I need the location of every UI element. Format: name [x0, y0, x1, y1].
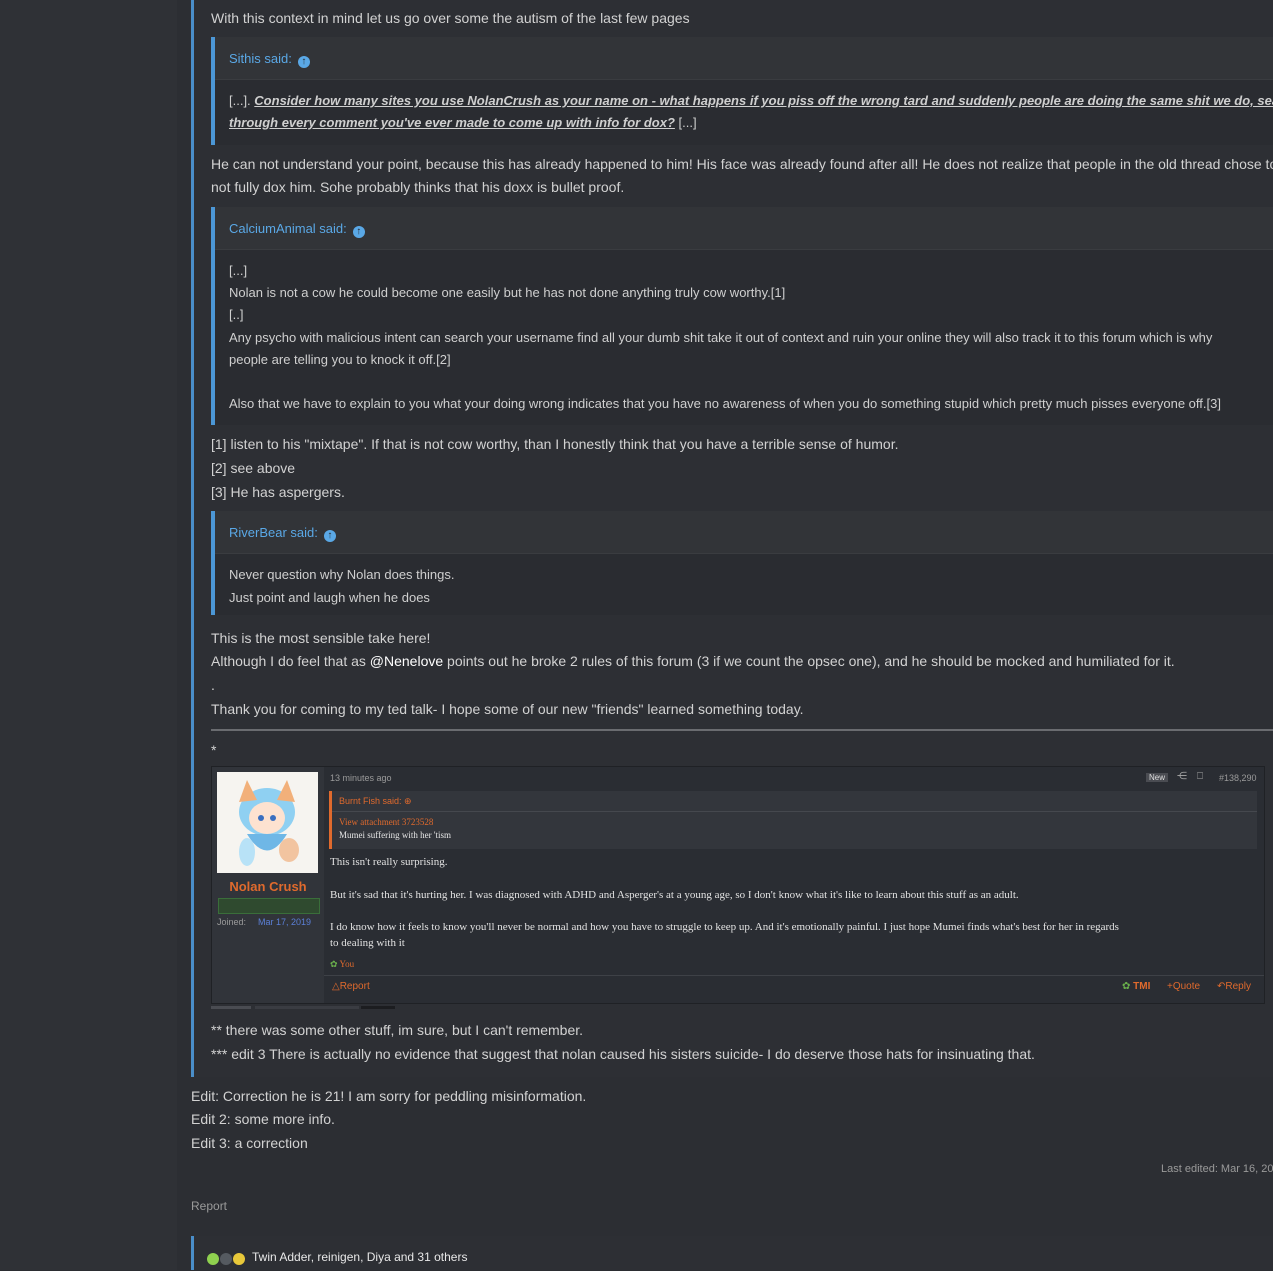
quote-line: people are telling you to knock it off.[…	[229, 352, 451, 367]
quote-line: [...]. Consider how many sites you use N…	[229, 93, 1273, 108]
user-title-badge	[218, 898, 320, 914]
avatar	[217, 772, 318, 873]
quote-button[interactable]: +Quote	[1167, 981, 1200, 992]
quote-calciumanimal: CalciumAnimal said: ↑ [...] Nolan is not …	[211, 207, 1273, 425]
paragraph: .	[211, 677, 215, 693]
joined-info: Joined: Mar 17, 2019	[217, 917, 311, 927]
embedded-paragraph: to dealing with it	[330, 937, 405, 949]
embedded-report-button[interactable]: △Report	[332, 981, 370, 992]
paragraph: Although I do feel that as @Nenelove poi…	[211, 653, 1175, 669]
paragraph: This is the most sensible take here!	[211, 630, 431, 646]
tmi-button[interactable]: ✿ TMI	[1122, 981, 1150, 992]
footnote: *** edit 3 There is actually no evidence…	[211, 1046, 1035, 1062]
quote-line: Any psycho with malicious intent can sea…	[229, 330, 1213, 345]
embedded-screenshot[interactable]: Nolan Crush Joined: Mar 17, 2019 13 minut…	[211, 766, 1265, 1004]
embedded-reaction[interactable]: ✿ You	[330, 959, 354, 970]
embedded-quote-header: Burnt Fish said: ⊕	[332, 791, 1257, 812]
reaction-icon: ✿	[1122, 981, 1131, 992]
embedded-paragraph: I do know how it feels to know you'll ne…	[330, 921, 1119, 933]
quote-author[interactable]: Burnt Fish said:	[339, 796, 402, 806]
quote-riverbear: RiverBear said: ↑ Never question why Nola…	[211, 511, 1273, 615]
quote-author-link[interactable]: Sithis said: ↑	[229, 51, 310, 68]
reaction-icon: ✿	[330, 959, 338, 969]
note: [2] see above	[211, 460, 296, 476]
quote-text: [...].	[229, 93, 255, 108]
quote-line: through every comment you've ever made t…	[229, 115, 697, 130]
left-sidebar	[0, 0, 177, 1270]
tmi-label: TMI	[1133, 981, 1151, 992]
arrow-up-icon[interactable]: ↑	[352, 226, 365, 238]
quote-text: [...]	[674, 115, 697, 130]
embedded-post-main: 13 minutes ago New ⋲ ⎕ #138,290 Burnt Fi…	[324, 767, 1264, 1003]
post-time: 13 minutes ago	[330, 773, 392, 783]
quote-header: CalciumAnimal said: ↑	[215, 207, 1273, 250]
forum-post: With this context in mind let us go over…	[177, 0, 1273, 1270]
text: Although I do feel that as	[211, 653, 370, 669]
embedded-quote-author[interactable]: Burnt Fish said: ⊕	[339, 796, 412, 807]
attachment-link[interactable]: View attachment 3723528	[339, 817, 433, 827]
quote-emphasis: through every comment you've ever made t…	[229, 115, 675, 130]
quote-author-link[interactable]: RiverBear said: ↑	[229, 525, 336, 542]
last-edited: Last edited: Mar 16, 20	[1161, 1163, 1273, 1175]
quote-sithis: Sithis said: ↑ [...]. Consider how many s…	[211, 37, 1273, 145]
quote-author[interactable]: CalciumAnimal said:	[229, 221, 347, 236]
post-body: With this context in mind let us go over…	[191, 0, 1273, 1077]
paragraph: *	[211, 742, 217, 758]
reaction-icons	[206, 1250, 250, 1271]
reaction-label: You	[339, 959, 355, 969]
report-button[interactable]: Report	[191, 1199, 227, 1213]
footnote: ** there was some other stuff, im sure, …	[211, 1022, 584, 1038]
quote-line: Nolan is not a cow he could become one e…	[229, 285, 786, 300]
reply-button[interactable]: ↶Reply	[1217, 981, 1251, 992]
embedded-post-footer: △Report ✿ TMI +Quote ↶Reply	[324, 975, 1264, 1004]
edit-note: Edit 2: some more info.	[191, 1111, 335, 1127]
arrow-up-icon[interactable]: ↑	[323, 530, 336, 542]
bookmark-icon[interactable]: ⎕	[1197, 771, 1203, 782]
report-label: Report	[339, 981, 370, 992]
quote-line: Just point and laugh when he does	[229, 590, 430, 605]
quote-header: RiverBear said: ↑	[215, 511, 1273, 554]
embedded-paragraph: This isn't really surprising.	[330, 856, 448, 868]
quote-emphasis: Consider how many sites you use NolanCru…	[254, 93, 1273, 108]
post-number[interactable]: #138,290	[1219, 773, 1257, 783]
joined-label: Joined:	[217, 917, 247, 927]
reactions-bar[interactable]: Twin Adder, reinigen, Diya and 31 others	[191, 1236, 1273, 1270]
quote-line: Never question why Nolan does things.	[229, 567, 455, 582]
divider	[211, 729, 1273, 731]
reply-label: Reply	[1225, 981, 1251, 992]
quote-author[interactable]: Sithis said:	[229, 51, 292, 66]
intro-text: With this context in mind let us go over…	[211, 10, 690, 26]
embedded-username[interactable]: Nolan Crush	[212, 879, 324, 894]
reactions-text[interactable]: Twin Adder, reinigen, Diya and 31 others	[252, 1250, 467, 1264]
joined-date: Mar 17, 2019	[258, 917, 312, 927]
new-badge: New	[1146, 773, 1169, 782]
quote-line: [...]	[229, 263, 248, 278]
text: points out he broke 2 rules of this foru…	[443, 653, 1175, 669]
edit-note: Edit 3: a correction	[191, 1135, 308, 1151]
embedded-quote-text: Mumei suffering with her 'tism	[339, 830, 451, 840]
embedded-quote: Burnt Fish said: ⊕ View attachment 37235…	[329, 791, 1257, 849]
paragraph: He can not understand your point, becaus…	[211, 156, 1273, 172]
arrow-up-icon[interactable]: ↑	[297, 56, 310, 68]
quote-header: Sithis said: ↑	[215, 37, 1273, 80]
paragraph: not fully dox him. Sohe probably thinks …	[211, 179, 625, 195]
user-mention-link[interactable]: @Nenelove	[370, 653, 443, 669]
note: [3] He has aspergers.	[211, 484, 345, 500]
quote-line: Also that we have to explain to you what…	[229, 396, 1221, 411]
quote-author-link[interactable]: CalciumAnimal said: ↑	[229, 221, 365, 238]
embedded-paragraph: But it's sad that it's hurting her. I wa…	[330, 889, 1019, 901]
arrow-up-icon[interactable]: ⊕	[404, 796, 412, 806]
note: [1] listen to his "mixtape". If that is …	[211, 436, 899, 452]
quote-author[interactable]: RiverBear said:	[229, 525, 318, 540]
share-icon[interactable]: ⋲	[1177, 771, 1187, 782]
edit-note: Edit: Correction he is 21! I am sorry fo…	[191, 1088, 587, 1104]
scroll-indicator	[211, 1006, 395, 1009]
embedded-user-panel: Nolan Crush Joined: Mar 17, 2019	[212, 767, 324, 1003]
paragraph: Thank you for coming to my ted talk- I h…	[211, 701, 804, 717]
quote-line: [..]	[229, 307, 244, 322]
